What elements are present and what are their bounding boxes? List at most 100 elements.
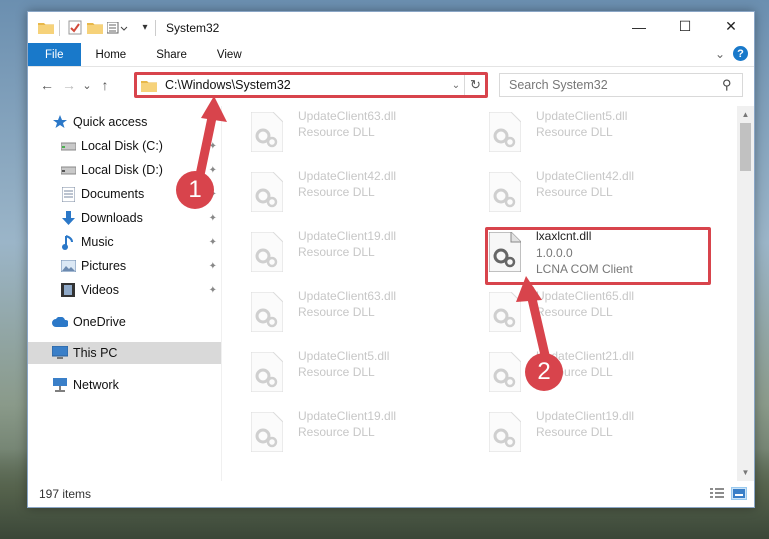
- new-folder-icon[interactable]: [86, 19, 104, 37]
- file-item[interactable]: UpdateClient63.dll Resource DLL: [246, 286, 466, 338]
- cloud-icon: [52, 314, 68, 330]
- file-item[interactable]: UpdateClient63.dll Resource DLL: [246, 106, 466, 158]
- pin-icon[interactable]: ✦: [209, 237, 217, 248]
- properties-icon[interactable]: [66, 19, 84, 37]
- maximize-button[interactable]: ☐: [662, 12, 708, 41]
- dll-file-icon: [251, 412, 283, 452]
- file-description: Resource DLL: [298, 185, 375, 199]
- file-item[interactable]: UpdateClient5.dll Resource DLL: [484, 106, 704, 158]
- back-button[interactable]: ←: [36, 74, 58, 96]
- tab-view[interactable]: View: [202, 43, 257, 66]
- sidebar-item-pictures[interactable]: Pictures ✦: [28, 255, 221, 277]
- customize-toolbar-icon[interactable]: [106, 19, 130, 37]
- chevron-down-icon[interactable]: ⌄: [448, 80, 464, 91]
- file-item[interactable]: UpdateClient42.dll Resource DLL: [246, 166, 466, 218]
- details-view-icon[interactable]: [709, 487, 725, 500]
- ribbon-right-controls: ⌄ ?: [715, 46, 748, 61]
- sidebar-item-local-disk-c[interactable]: Local Disk (C:) ✦: [28, 135, 221, 157]
- drive-icon: [60, 138, 76, 154]
- file-item[interactable]: UpdateClient19.dll Resource DLL: [246, 226, 466, 278]
- scroll-thumb[interactable]: [740, 123, 751, 171]
- sidebar-item-quick-access[interactable]: Quick access: [28, 111, 221, 133]
- search-input[interactable]: Search System32: [509, 78, 722, 92]
- sidebar-item-label: Pictures: [81, 259, 127, 273]
- file-item[interactable]: UpdateClient65.dll Resource DLL: [484, 286, 704, 338]
- vertical-scrollbar[interactable]: ▲ ▼: [737, 106, 754, 481]
- recent-locations-button[interactable]: ⌄: [80, 74, 94, 96]
- forward-button[interactable]: →: [58, 74, 80, 96]
- dll-file-icon: [251, 232, 283, 272]
- tab-file[interactable]: File: [28, 43, 81, 66]
- sidebar-item-videos[interactable]: Videos ✦: [28, 279, 221, 301]
- target-file-highlight-box: [485, 227, 711, 285]
- title-bar: ▾ System32 — ☐ ✕: [28, 12, 754, 43]
- dll-file-icon: [251, 292, 283, 332]
- sidebar-item-label: Local Disk (C:): [81, 139, 163, 153]
- file-description: Resource DLL: [536, 125, 613, 139]
- file-item[interactable]: UpdateClient42.dll Resource DLL: [484, 166, 704, 218]
- file-name: UpdateClient19.dll: [298, 409, 397, 423]
- file-item[interactable]: UpdateClient19.dll Resource DLL: [246, 406, 466, 458]
- pictures-icon: [60, 258, 76, 274]
- file-description: Resource DLL: [298, 305, 375, 319]
- ribbon-tabs: File Home Share View ⌄ ?: [28, 43, 754, 67]
- status-bar: 197 items: [28, 481, 754, 507]
- item-count: 197 items: [39, 487, 92, 501]
- file-name: UpdateClient19.dll: [536, 409, 635, 423]
- separator: [59, 19, 60, 36]
- sidebar-item-network[interactable]: Network: [28, 374, 221, 396]
- separator: [155, 19, 156, 36]
- expand-ribbon-icon[interactable]: ⌄: [715, 47, 725, 61]
- sidebar-item-onedrive[interactable]: OneDrive: [28, 311, 221, 333]
- file-name: UpdateClient63.dll: [298, 289, 397, 303]
- file-name: UpdateClient65.dll: [536, 289, 635, 303]
- refresh-icon[interactable]: ↻: [464, 74, 486, 96]
- pin-icon[interactable]: ✦: [209, 285, 217, 296]
- pin-icon[interactable]: ✦: [209, 261, 217, 272]
- minimize-button[interactable]: —: [616, 12, 662, 41]
- pin-icon[interactable]: ✦: [209, 213, 217, 224]
- window-controls: — ☐ ✕: [616, 12, 754, 41]
- close-button[interactable]: ✕: [708, 12, 754, 41]
- pane-divider[interactable]: [221, 106, 222, 481]
- sidebar-item-downloads[interactable]: Downloads ✦: [28, 207, 221, 229]
- tiles-view-icon[interactable]: [731, 487, 747, 500]
- dll-file-icon: [251, 112, 283, 152]
- sidebar-item-label: Quick access: [73, 115, 148, 129]
- pin-icon[interactable]: ✦: [209, 141, 217, 152]
- folder-icon: [141, 80, 157, 92]
- dll-file-icon: [489, 292, 521, 332]
- scroll-down-icon[interactable]: ▼: [737, 464, 754, 481]
- sidebar-item-this-pc[interactable]: This PC: [28, 342, 221, 364]
- file-description: Resource DLL: [536, 185, 613, 199]
- navigation-pane: Quick access Local Disk (C:) ✦ Local Dis…: [28, 106, 221, 481]
- sidebar-item-music[interactable]: Music ✦: [28, 231, 221, 253]
- file-item[interactable]: UpdateClient21.dll Resource DLL: [484, 346, 704, 398]
- network-icon: [52, 377, 68, 393]
- documents-icon: [60, 186, 76, 202]
- sidebar-item-label: Local Disk (D:): [81, 163, 163, 177]
- pin-icon[interactable]: ✦: [209, 165, 217, 176]
- sidebar-item-label: Videos: [81, 283, 119, 297]
- up-button[interactable]: ↑: [94, 74, 116, 96]
- address-bar[interactable]: C:\Windows\System32 ⌄ ↻: [135, 73, 487, 97]
- search-icon[interactable]: ⚲: [722, 77, 742, 93]
- sidebar-item-label: Music: [81, 235, 114, 249]
- window-title: System32: [166, 20, 220, 35]
- computer-icon: [52, 345, 68, 361]
- star-icon: [52, 114, 68, 130]
- sidebar-item-label: This PC: [73, 346, 118, 360]
- tab-home[interactable]: Home: [81, 43, 142, 66]
- search-box[interactable]: Search System32 ⚲: [499, 73, 743, 97]
- tab-share[interactable]: Share: [141, 43, 202, 66]
- file-name: UpdateClient42.dll: [536, 169, 635, 183]
- folder-icon: [37, 19, 55, 37]
- file-item[interactable]: UpdateClient19.dll Resource DLL: [484, 406, 704, 458]
- address-path[interactable]: C:\Windows\System32: [165, 78, 448, 92]
- music-icon: [60, 234, 76, 250]
- help-icon[interactable]: ?: [733, 46, 748, 61]
- file-item[interactable]: UpdateClient5.dll Resource DLL: [246, 346, 466, 398]
- scroll-up-icon[interactable]: ▲: [737, 106, 754, 123]
- main-content: Quick access Local Disk (C:) ✦ Local Dis…: [28, 106, 756, 481]
- dropdown-icon[interactable]: ▾: [139, 19, 151, 37]
